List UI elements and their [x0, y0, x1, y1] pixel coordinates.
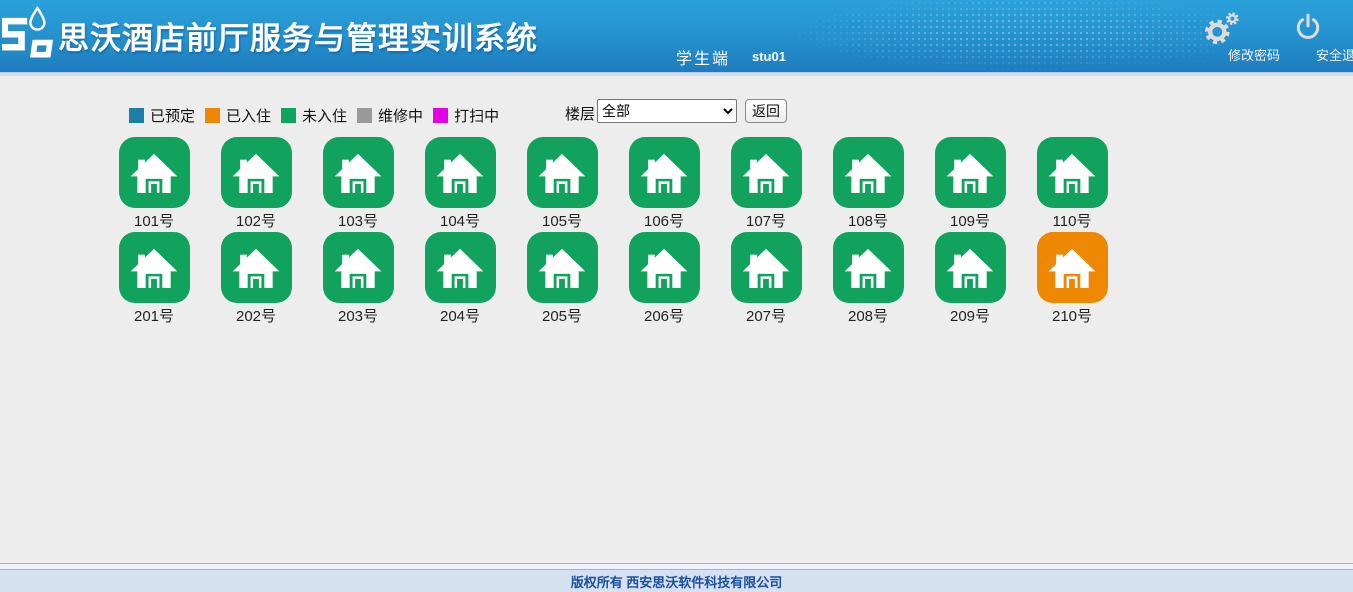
- room-tile[interactable]: 209号: [919, 232, 1021, 327]
- room-number-label: 102号: [236, 210, 276, 231]
- legend-item-label: 已预定: [150, 105, 195, 126]
- room-tile[interactable]: 102号: [205, 137, 307, 232]
- logout-button[interactable]: 安全退出: [1290, 8, 1353, 66]
- room-tile[interactable]: 105号: [511, 137, 613, 232]
- power-icon: [1295, 13, 1321, 41]
- room-tile[interactable]: 205号: [511, 232, 613, 327]
- change-password-button[interactable]: 修改密码: [1197, 8, 1292, 66]
- room-tile[interactable]: 104号: [409, 137, 511, 232]
- legend-item: 已预定: [129, 105, 195, 126]
- room-tile[interactable]: 101号: [103, 137, 205, 232]
- house-icon[interactable]: [527, 137, 598, 208]
- footer: 版权所有 西安思沃软件科技有限公司: [0, 563, 1353, 592]
- room-number-label: 210号: [1052, 305, 1092, 326]
- room-number-label: 104号: [440, 210, 480, 231]
- legend-item-label: 打扫中: [454, 105, 499, 126]
- room-number-label: 101号: [134, 210, 174, 231]
- app-title: 思沃酒店前厅服务与管理实训系统: [58, 13, 538, 58]
- legend-item: 未入住: [281, 105, 347, 126]
- room-number-label: 202号: [236, 305, 276, 326]
- legend: 已预定 已入住 未入住 维修中 打扫中: [129, 105, 499, 126]
- house-icon[interactable]: [221, 232, 292, 303]
- house-icon[interactable]: [323, 232, 394, 303]
- room-number-label: 203号: [338, 305, 378, 326]
- world-map-pattern: [790, 0, 1220, 72]
- copyright-text: 版权所有 西安思沃软件科技有限公司: [571, 572, 783, 591]
- house-icon[interactable]: [323, 137, 394, 208]
- room-number-label: 209号: [950, 305, 990, 326]
- room-tile[interactable]: 109号: [919, 137, 1021, 232]
- app-window: 思沃酒店前厅服务与管理实训系统 学生端 stu01 修改密码 安全退出 已预定: [0, 0, 1353, 592]
- room-number-label: 208号: [848, 305, 888, 326]
- status-color-swatch: [281, 108, 296, 123]
- house-icon[interactable]: [629, 232, 700, 303]
- house-icon[interactable]: [935, 137, 1006, 208]
- header-separator: [0, 72, 1353, 76]
- room-grid: 101号 102号 103号: [103, 137, 1133, 327]
- room-tile[interactable]: 201号: [103, 232, 205, 327]
- room-tile[interactable]: 204号: [409, 232, 511, 327]
- role-label: 学生端: [676, 45, 730, 69]
- house-icon[interactable]: [731, 137, 802, 208]
- change-password-label: 修改密码: [1228, 45, 1280, 64]
- legend-item: 维修中: [357, 105, 423, 126]
- room-tile[interactable]: 107号: [715, 137, 817, 232]
- house-icon[interactable]: [221, 137, 292, 208]
- room-number-label: 109号: [950, 210, 990, 231]
- legend-item-label: 未入住: [302, 105, 347, 126]
- room-tile[interactable]: 103号: [307, 137, 409, 232]
- room-number-label: 207号: [746, 305, 786, 326]
- house-icon[interactable]: [629, 137, 700, 208]
- legend-item: 已入住: [205, 105, 271, 126]
- room-number-label: 110号: [1053, 210, 1092, 231]
- username: stu01: [752, 49, 786, 64]
- floor-label: 楼层: [565, 103, 595, 124]
- room-tile[interactable]: 202号: [205, 232, 307, 327]
- house-icon[interactable]: [1037, 137, 1108, 208]
- house-icon[interactable]: [119, 232, 190, 303]
- legend-item: 打扫中: [433, 105, 499, 126]
- house-icon[interactable]: [833, 137, 904, 208]
- siwo-logo-icon: [2, 5, 56, 69]
- house-icon[interactable]: [935, 232, 1006, 303]
- room-tile[interactable]: 207号: [715, 232, 817, 327]
- house-icon[interactable]: [833, 232, 904, 303]
- room-number-label: 106号: [644, 210, 684, 231]
- room-number-label: 201号: [134, 305, 174, 326]
- legend-item-label: 维修中: [378, 105, 423, 126]
- status-color-swatch: [357, 108, 372, 123]
- house-icon[interactable]: [425, 232, 496, 303]
- house-icon[interactable]: [1037, 232, 1108, 303]
- house-icon[interactable]: [731, 232, 802, 303]
- room-number-label: 107号: [746, 210, 786, 231]
- room-number-label: 204号: [440, 305, 480, 326]
- floor-select[interactable]: 全部: [597, 99, 737, 123]
- room-tile[interactable]: 110号: [1021, 137, 1123, 232]
- room-tile[interactable]: 203号: [307, 232, 409, 327]
- status-color-swatch: [433, 108, 448, 123]
- house-icon[interactable]: [527, 232, 598, 303]
- room-number-label: 105号: [542, 210, 582, 231]
- footer-bar: 版权所有 西安思沃软件科技有限公司: [0, 570, 1353, 592]
- status-color-swatch: [129, 108, 144, 123]
- house-icon[interactable]: [119, 137, 190, 208]
- room-tile[interactable]: 208号: [817, 232, 919, 327]
- gear-icon: [1203, 12, 1241, 46]
- room-tile[interactable]: 106号: [613, 137, 715, 232]
- status-color-swatch: [205, 108, 220, 123]
- room-tile[interactable]: 206号: [613, 232, 715, 327]
- room-number-label: 205号: [542, 305, 582, 326]
- header: 思沃酒店前厅服务与管理实训系统 学生端 stu01 修改密码 安全退出: [0, 0, 1353, 72]
- room-number-label: 103号: [338, 210, 378, 231]
- room-number-label: 108号: [848, 210, 888, 231]
- room-tile[interactable]: 108号: [817, 137, 919, 232]
- room-number-label: 206号: [644, 305, 684, 326]
- house-icon[interactable]: [425, 137, 496, 208]
- back-button[interactable]: 返回: [745, 99, 787, 123]
- logout-label: 安全退出: [1316, 45, 1353, 64]
- legend-item-label: 已入住: [226, 105, 271, 126]
- room-tile[interactable]: 210号: [1021, 232, 1123, 327]
